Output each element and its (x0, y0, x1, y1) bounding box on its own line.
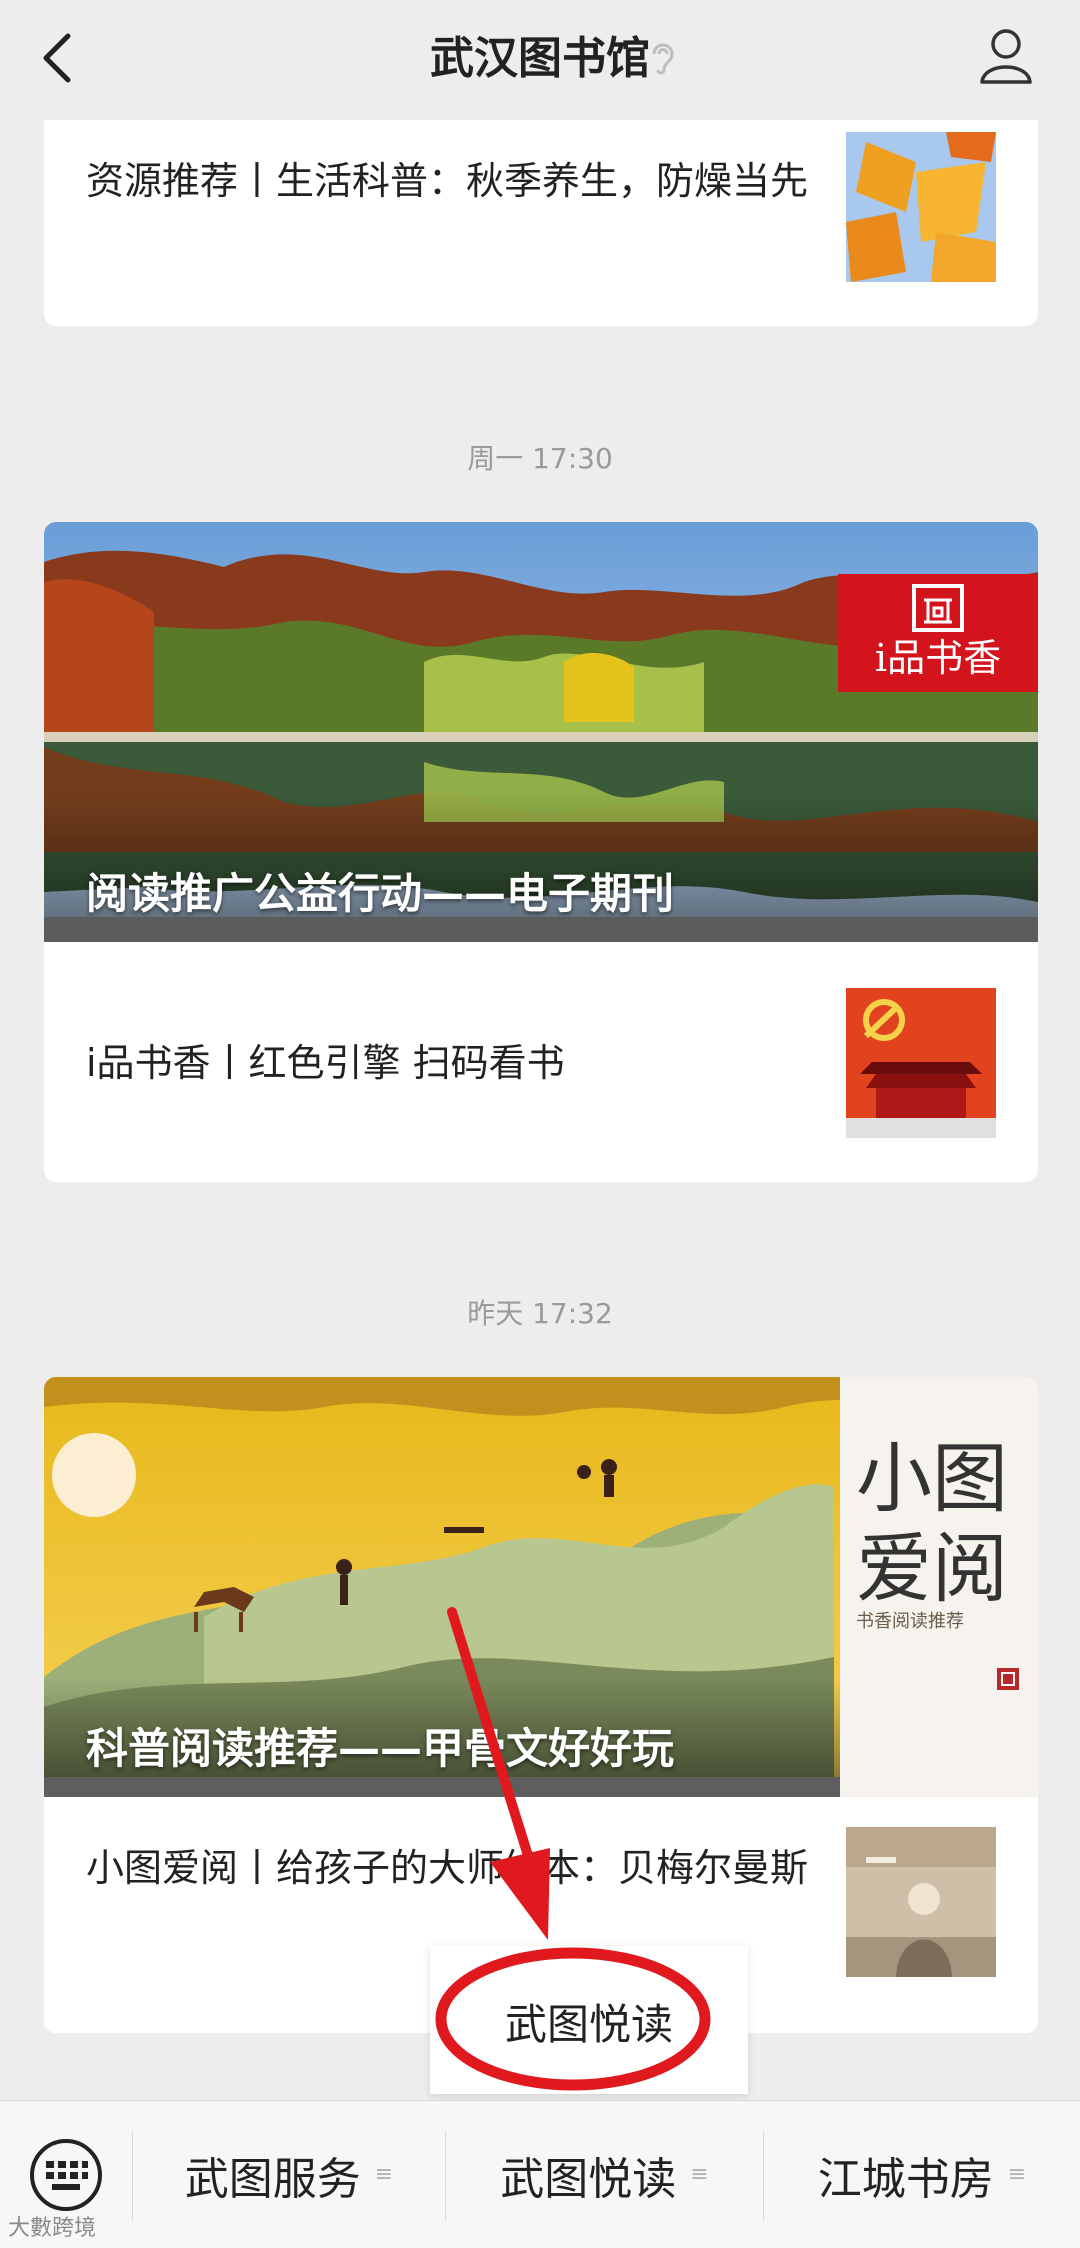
menu-tab-wutu-yuedu[interactable]: 武图悦读 ≡ (446, 2101, 763, 2248)
timestamp: 周一 17:30 (467, 442, 613, 475)
article-thumbnail-author-photo (846, 1827, 996, 1977)
article-thumbnail-party-emblem (846, 988, 996, 1138)
series-tag-line-2: 爱阅 (856, 1524, 1008, 1613)
article-title: 资源推荐丨生活科普：秋季养生，防燥当先 (86, 159, 809, 203)
ear-icon (652, 43, 674, 75)
menu-tab-label: 武图服务 (184, 2153, 361, 2205)
banner-title: 科普阅读推荐——甲骨文好好玩 (86, 1724, 675, 1773)
page-title: 武汉图书馆 (430, 33, 650, 84)
user-icon[interactable] (978, 26, 1034, 86)
banner-image-lake[interactable]: i品书香 阅读推广公益行动——电子期刊 (44, 522, 1038, 942)
article-thumbnail-autumn-leaves (846, 132, 996, 282)
article-group-card-1[interactable]: i品书香 阅读推广公益行动——电子期刊 i品书香丨红色引擎 扫码看书 (44, 522, 1038, 1182)
menu-tab-jiangcheng-study[interactable]: 江城书房 ≡ (764, 2101, 1080, 2248)
menu-tab-label: 江城书房 (817, 2153, 994, 2205)
series-tag-xiaotu-aiyue: 小图 爱阅 书香阅读推荐 (840, 1377, 1038, 1797)
article-row[interactable]: i品书香丨红色引擎 扫码看书 (44, 942, 1038, 1182)
watermark: 大數跨境 (8, 2216, 97, 2241)
top-bar: 武汉图书馆 (0, 0, 1080, 120)
menu-tab-wutu-service[interactable]: 武图服务 ≡ (133, 2101, 445, 2248)
menu-tab-label: 武图悦读 (500, 2153, 677, 2205)
series-tag-subtitle: 书香阅读推荐 (856, 1611, 964, 1632)
article-card-top[interactable]: 资源推荐丨生活科普：秋季养生，防燥当先 (44, 120, 1038, 326)
menu-dots-icon: ≡ (1007, 2162, 1027, 2187)
brand-tag-pinshuxiang: i品书香 (838, 574, 1038, 692)
banner-title: 阅读推广公益行动——电子期刊 (86, 869, 675, 918)
bottom-menu-bar: 武图服务 ≡ 武图悦读 ≡ 江城书房 ≡ (0, 2100, 1080, 2248)
annotation-arrow (447, 1607, 550, 1940)
keyboard-icon[interactable] (28, 2137, 104, 2213)
seal-icon (997, 1668, 1019, 1690)
menu-dots-icon: ≡ (374, 2162, 394, 2187)
timestamp: 昨天 17:32 (467, 1297, 613, 1330)
menu-dots-icon: ≡ (690, 2162, 709, 2187)
brand-tag-label: i品书香 (874, 636, 1002, 680)
article-title: i品书香丨红色引擎 扫码看书 (86, 1041, 565, 1085)
annotation-circle (435, 1947, 711, 2091)
